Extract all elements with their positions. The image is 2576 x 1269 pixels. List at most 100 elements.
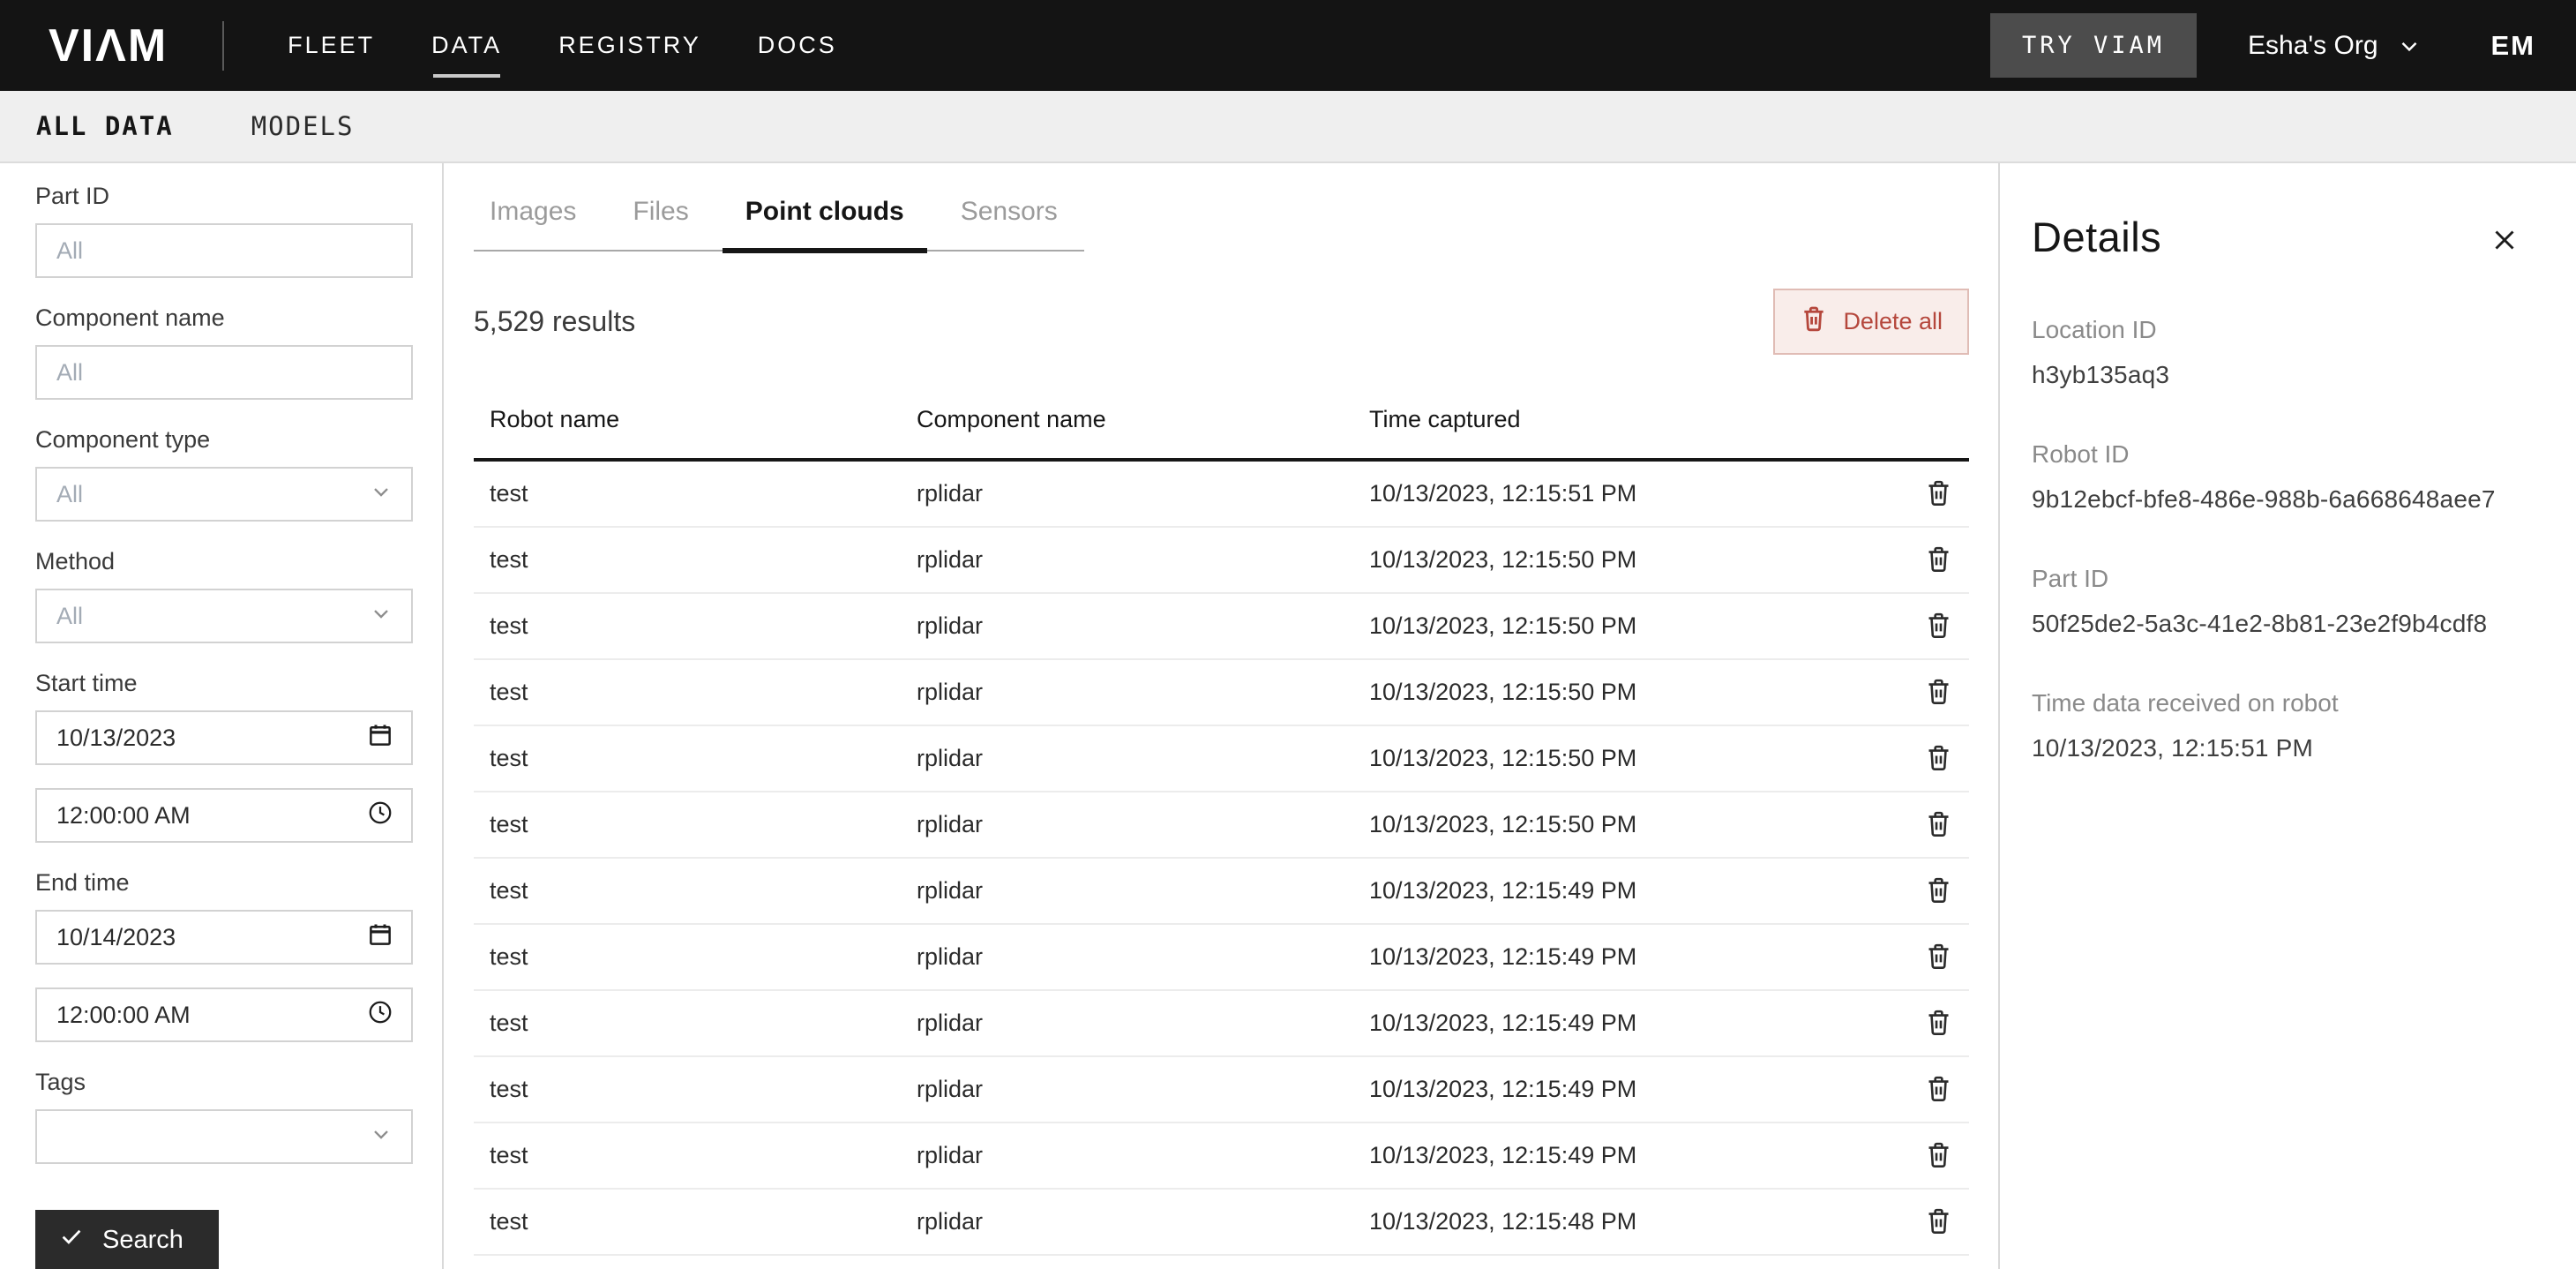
delete-row-button[interactable] bbox=[1907, 809, 1969, 841]
component-name-input[interactable] bbox=[35, 345, 413, 400]
nav-divider bbox=[222, 21, 224, 71]
cell-time-captured: 10/13/2023, 12:15:50 PM bbox=[1369, 679, 1907, 706]
clock-icon bbox=[367, 800, 393, 832]
nav-link-docs[interactable]: DOCS bbox=[758, 0, 837, 91]
cell-component-name: rplidar bbox=[917, 480, 1369, 507]
trash-icon bbox=[1924, 1008, 1953, 1040]
table-row[interactable]: test rplidar 10/13/2023, 12:15:48 PM bbox=[474, 1190, 1969, 1256]
delete-all-button[interactable]: Delete all bbox=[1773, 289, 1969, 355]
table-row[interactable]: test rplidar 10/13/2023, 12:15:50 PM bbox=[474, 660, 1969, 726]
field-value: 50f25de2-5a3c-41e2-8b81-23e2f9b4cdf8 bbox=[2032, 610, 2527, 638]
start-date-input[interactable]: 10/13/2023 bbox=[35, 710, 413, 765]
cell-component-name: rplidar bbox=[917, 679, 1369, 706]
primary-nav: FLEET DATA REGISTRY DOCS bbox=[288, 0, 837, 91]
cell-time-captured: 10/13/2023, 12:15:49 PM bbox=[1369, 877, 1907, 905]
end-time-input[interactable]: 12:00:00 AM bbox=[35, 987, 413, 1042]
table-row[interactable]: test rplidar 10/13/2023, 12:15:49 PM bbox=[474, 1123, 1969, 1190]
delete-row-button[interactable] bbox=[1907, 677, 1969, 709]
method-value: All bbox=[56, 603, 83, 630]
end-date-value: 10/14/2023 bbox=[56, 924, 176, 951]
tab-point-clouds[interactable]: Point clouds bbox=[745, 197, 904, 227]
table-row[interactable]: test rplidar 10/13/2023, 12:15:49 PM bbox=[474, 925, 1969, 991]
start-date-value: 10/13/2023 bbox=[56, 725, 176, 752]
start-time-value: 12:00:00 AM bbox=[56, 802, 191, 830]
tab-models[interactable]: MODELS bbox=[251, 111, 355, 141]
component-name-label: Component name bbox=[35, 304, 413, 332]
delete-row-button[interactable] bbox=[1907, 1140, 1969, 1172]
trash-icon bbox=[1924, 611, 1953, 642]
search-button[interactable]: Search bbox=[35, 1210, 219, 1269]
column-time-captured: Time captured bbox=[1369, 406, 1907, 433]
field-label: Part ID bbox=[2032, 565, 2527, 593]
delete-row-button[interactable] bbox=[1907, 611, 1969, 642]
field-label: Time data received on robot bbox=[2032, 689, 2527, 717]
data-type-tabs: Images Files Point clouds Sensors bbox=[474, 197, 1084, 252]
delete-row-button[interactable] bbox=[1907, 1206, 1969, 1238]
tab-sensors[interactable]: Sensors bbox=[961, 197, 1058, 227]
table-row[interactable]: test rplidar 10/13/2023, 12:15:50 PM bbox=[474, 726, 1969, 792]
org-switcher[interactable]: Esha's Org bbox=[2248, 31, 2422, 61]
cell-robot-name: test bbox=[474, 1142, 917, 1169]
delete-row-button[interactable] bbox=[1907, 1074, 1969, 1106]
method-select[interactable]: All bbox=[35, 589, 413, 643]
table-row[interactable]: test rplidar 10/13/2023, 12:15:50 PM bbox=[474, 792, 1969, 859]
nav-link-registry[interactable]: REGISTRY bbox=[558, 0, 701, 91]
details-field-robot-id: Robot ID 9b12ebcf-bfe8-486e-988b-6a66864… bbox=[2032, 440, 2527, 514]
table-row[interactable]: test rplidar 10/13/2023, 12:15:51 PM bbox=[474, 462, 1969, 528]
table-row[interactable]: test rplidar 10/13/2023, 12:15:49 PM bbox=[474, 1057, 1969, 1123]
table-row[interactable]: test rplidar 10/13/2023, 12:15:48 PM bbox=[474, 1256, 1969, 1269]
cell-robot-name: test bbox=[474, 480, 917, 507]
trash-icon bbox=[1924, 1140, 1953, 1172]
table-row[interactable]: test rplidar 10/13/2023, 12:15:49 PM bbox=[474, 859, 1969, 925]
column-component-name: Component name bbox=[917, 406, 1369, 433]
nav-link-fleet[interactable]: FLEET bbox=[288, 0, 375, 91]
details-field-location-id: Location ID h3yb135aq3 bbox=[2032, 316, 2527, 389]
delete-row-button[interactable] bbox=[1907, 875, 1969, 907]
cell-time-captured: 10/13/2023, 12:15:49 PM bbox=[1369, 943, 1907, 971]
delete-row-button[interactable] bbox=[1907, 743, 1969, 775]
table-row[interactable]: test rplidar 10/13/2023, 12:15:50 PM bbox=[474, 528, 1969, 594]
trash-icon bbox=[1924, 544, 1953, 576]
trash-icon bbox=[1924, 875, 1953, 907]
tab-files[interactable]: Files bbox=[633, 197, 688, 227]
results-count: 5,529 results bbox=[474, 305, 635, 338]
tab-all-data[interactable]: ALL DATA bbox=[36, 111, 174, 141]
viam-logo[interactable]: VIΛM bbox=[49, 23, 168, 69]
cell-robot-name: test bbox=[474, 679, 917, 706]
user-avatar[interactable]: EM bbox=[2491, 30, 2536, 62]
nav-link-data[interactable]: DATA bbox=[431, 0, 502, 91]
tags-select[interactable] bbox=[35, 1109, 413, 1164]
cell-robot-name: test bbox=[474, 877, 917, 905]
cell-component-name: rplidar bbox=[917, 745, 1369, 772]
cell-component-name: rplidar bbox=[917, 877, 1369, 905]
component-type-label: Component type bbox=[35, 426, 413, 454]
point-clouds-table: Robot name Component name Time captured … bbox=[474, 385, 1969, 1269]
start-time-input[interactable]: 12:00:00 AM bbox=[35, 788, 413, 843]
trash-icon bbox=[1924, 478, 1953, 510]
end-date-input[interactable]: 10/14/2023 bbox=[35, 910, 413, 965]
cell-time-captured: 10/13/2023, 12:15:48 PM bbox=[1369, 1208, 1907, 1235]
component-type-select[interactable]: All bbox=[35, 467, 413, 522]
start-time-label: Start time bbox=[35, 670, 413, 697]
field-value: h3yb135aq3 bbox=[2032, 361, 2527, 389]
delete-all-label: Delete all bbox=[1843, 308, 1943, 335]
table-row[interactable]: test rplidar 10/13/2023, 12:15:50 PM bbox=[474, 594, 1969, 660]
tab-images[interactable]: Images bbox=[490, 197, 576, 227]
results-bar: 5,529 results Delete all bbox=[474, 289, 1998, 355]
delete-row-button[interactable] bbox=[1907, 1008, 1969, 1040]
details-title: Details bbox=[2032, 213, 2161, 261]
data-content: Images Files Point clouds Sensors 5,529 … bbox=[444, 163, 1998, 1269]
delete-row-button[interactable] bbox=[1907, 544, 1969, 576]
part-id-input[interactable] bbox=[35, 223, 413, 278]
cell-time-captured: 10/13/2023, 12:15:50 PM bbox=[1369, 612, 1907, 640]
cell-component-name: rplidar bbox=[917, 943, 1369, 971]
close-icon[interactable] bbox=[2482, 218, 2527, 265]
cell-robot-name: test bbox=[474, 1076, 917, 1103]
delete-row-button[interactable] bbox=[1907, 478, 1969, 510]
try-viam-button[interactable]: TRY VIAM bbox=[1990, 13, 2197, 78]
trash-icon bbox=[1924, 1206, 1953, 1238]
filter-sidebar: Part ID Component name Component type Al… bbox=[0, 163, 444, 1269]
delete-row-button[interactable] bbox=[1907, 942, 1969, 973]
field-label: Location ID bbox=[2032, 316, 2527, 344]
table-row[interactable]: test rplidar 10/13/2023, 12:15:49 PM bbox=[474, 991, 1969, 1057]
